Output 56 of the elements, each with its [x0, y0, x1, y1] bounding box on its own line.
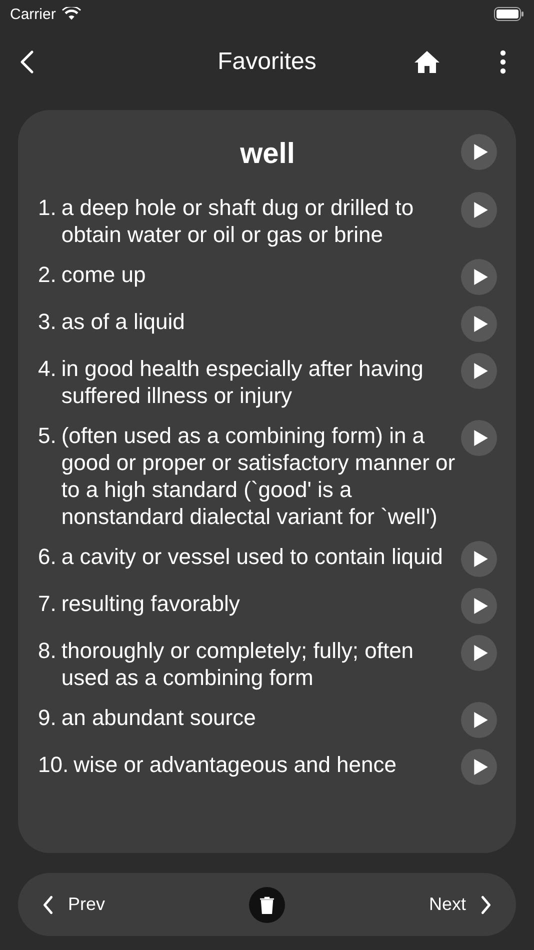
play-icon: [474, 430, 488, 446]
play-button[interactable]: [461, 420, 497, 456]
play-icon: [474, 712, 488, 728]
definition-text: resulting favorably: [61, 590, 241, 617]
definition-text: as of a liquid: [61, 308, 186, 335]
play-button[interactable]: [461, 353, 497, 389]
prev-button[interactable]: Prev: [38, 890, 110, 919]
home-icon[interactable]: [414, 50, 440, 74]
definition-text: in good health especially after having suffered illness or injury: [61, 355, 424, 409]
next-button[interactable]: Next: [424, 890, 496, 919]
play-button[interactable]: [461, 306, 497, 342]
play-icon: [474, 144, 488, 160]
play-button[interactable]: [461, 134, 497, 170]
definition-number: 3.: [38, 308, 56, 335]
definition-text: come up: [61, 261, 147, 288]
nav-title: Favorites: [218, 48, 316, 76]
play-button[interactable]: [461, 749, 497, 785]
definition-number: 7.: [38, 590, 56, 617]
definition-number: 4.: [38, 355, 56, 383]
play-icon: [474, 202, 488, 218]
definition-text: a deep hole or shaft dug or drilled to obtain water or oil or gas or brine: [61, 194, 415, 248]
play-button[interactable]: [461, 192, 497, 228]
play-icon: [474, 645, 488, 661]
definition-number: 5.: [38, 422, 56, 450]
definition-number: 10.: [38, 751, 69, 778]
definition-text: wise or advantageous and hence: [74, 751, 398, 778]
play-button[interactable]: [461, 635, 497, 671]
battery-icon: [494, 7, 524, 21]
back-icon[interactable]: [20, 50, 34, 74]
play-button[interactable]: [461, 702, 497, 738]
definition-number: 8.: [38, 637, 56, 665]
more-icon[interactable]: [500, 50, 506, 74]
wifi-icon: [62, 7, 81, 21]
play-button[interactable]: [461, 259, 497, 295]
play-icon: [474, 269, 488, 285]
delete-button[interactable]: [249, 886, 285, 922]
play-icon: [474, 316, 488, 332]
play-button[interactable]: [461, 588, 497, 624]
definition-number: 1.: [38, 194, 56, 222]
play-icon: [474, 363, 488, 379]
definition-text: (often used as a combining form) in a good or proper or satisfactory manner or to a high standard (`good' is a nonstandard dialectal variant for `well'): [61, 422, 456, 530]
trash-icon: [259, 896, 275, 914]
carrier-label: Carrier: [10, 6, 56, 22]
definition-text: thoroughly or completely; fully; often used as a combining form: [61, 637, 415, 691]
definition-text: an abundant source: [61, 704, 257, 731]
word-title: well: [240, 138, 295, 170]
play-icon: [474, 551, 488, 567]
chevron-left-icon: [42, 894, 54, 914]
definition-number: 2.: [38, 261, 56, 288]
chevron-right-icon: [480, 894, 492, 914]
play-icon: [474, 759, 488, 775]
definition-text: a cavity or vessel used to contain liquid: [61, 543, 444, 570]
definition-number: 9.: [38, 704, 56, 731]
play-icon: [474, 598, 488, 614]
play-button[interactable]: [461, 541, 497, 577]
definition-number: 6.: [38, 543, 56, 570]
